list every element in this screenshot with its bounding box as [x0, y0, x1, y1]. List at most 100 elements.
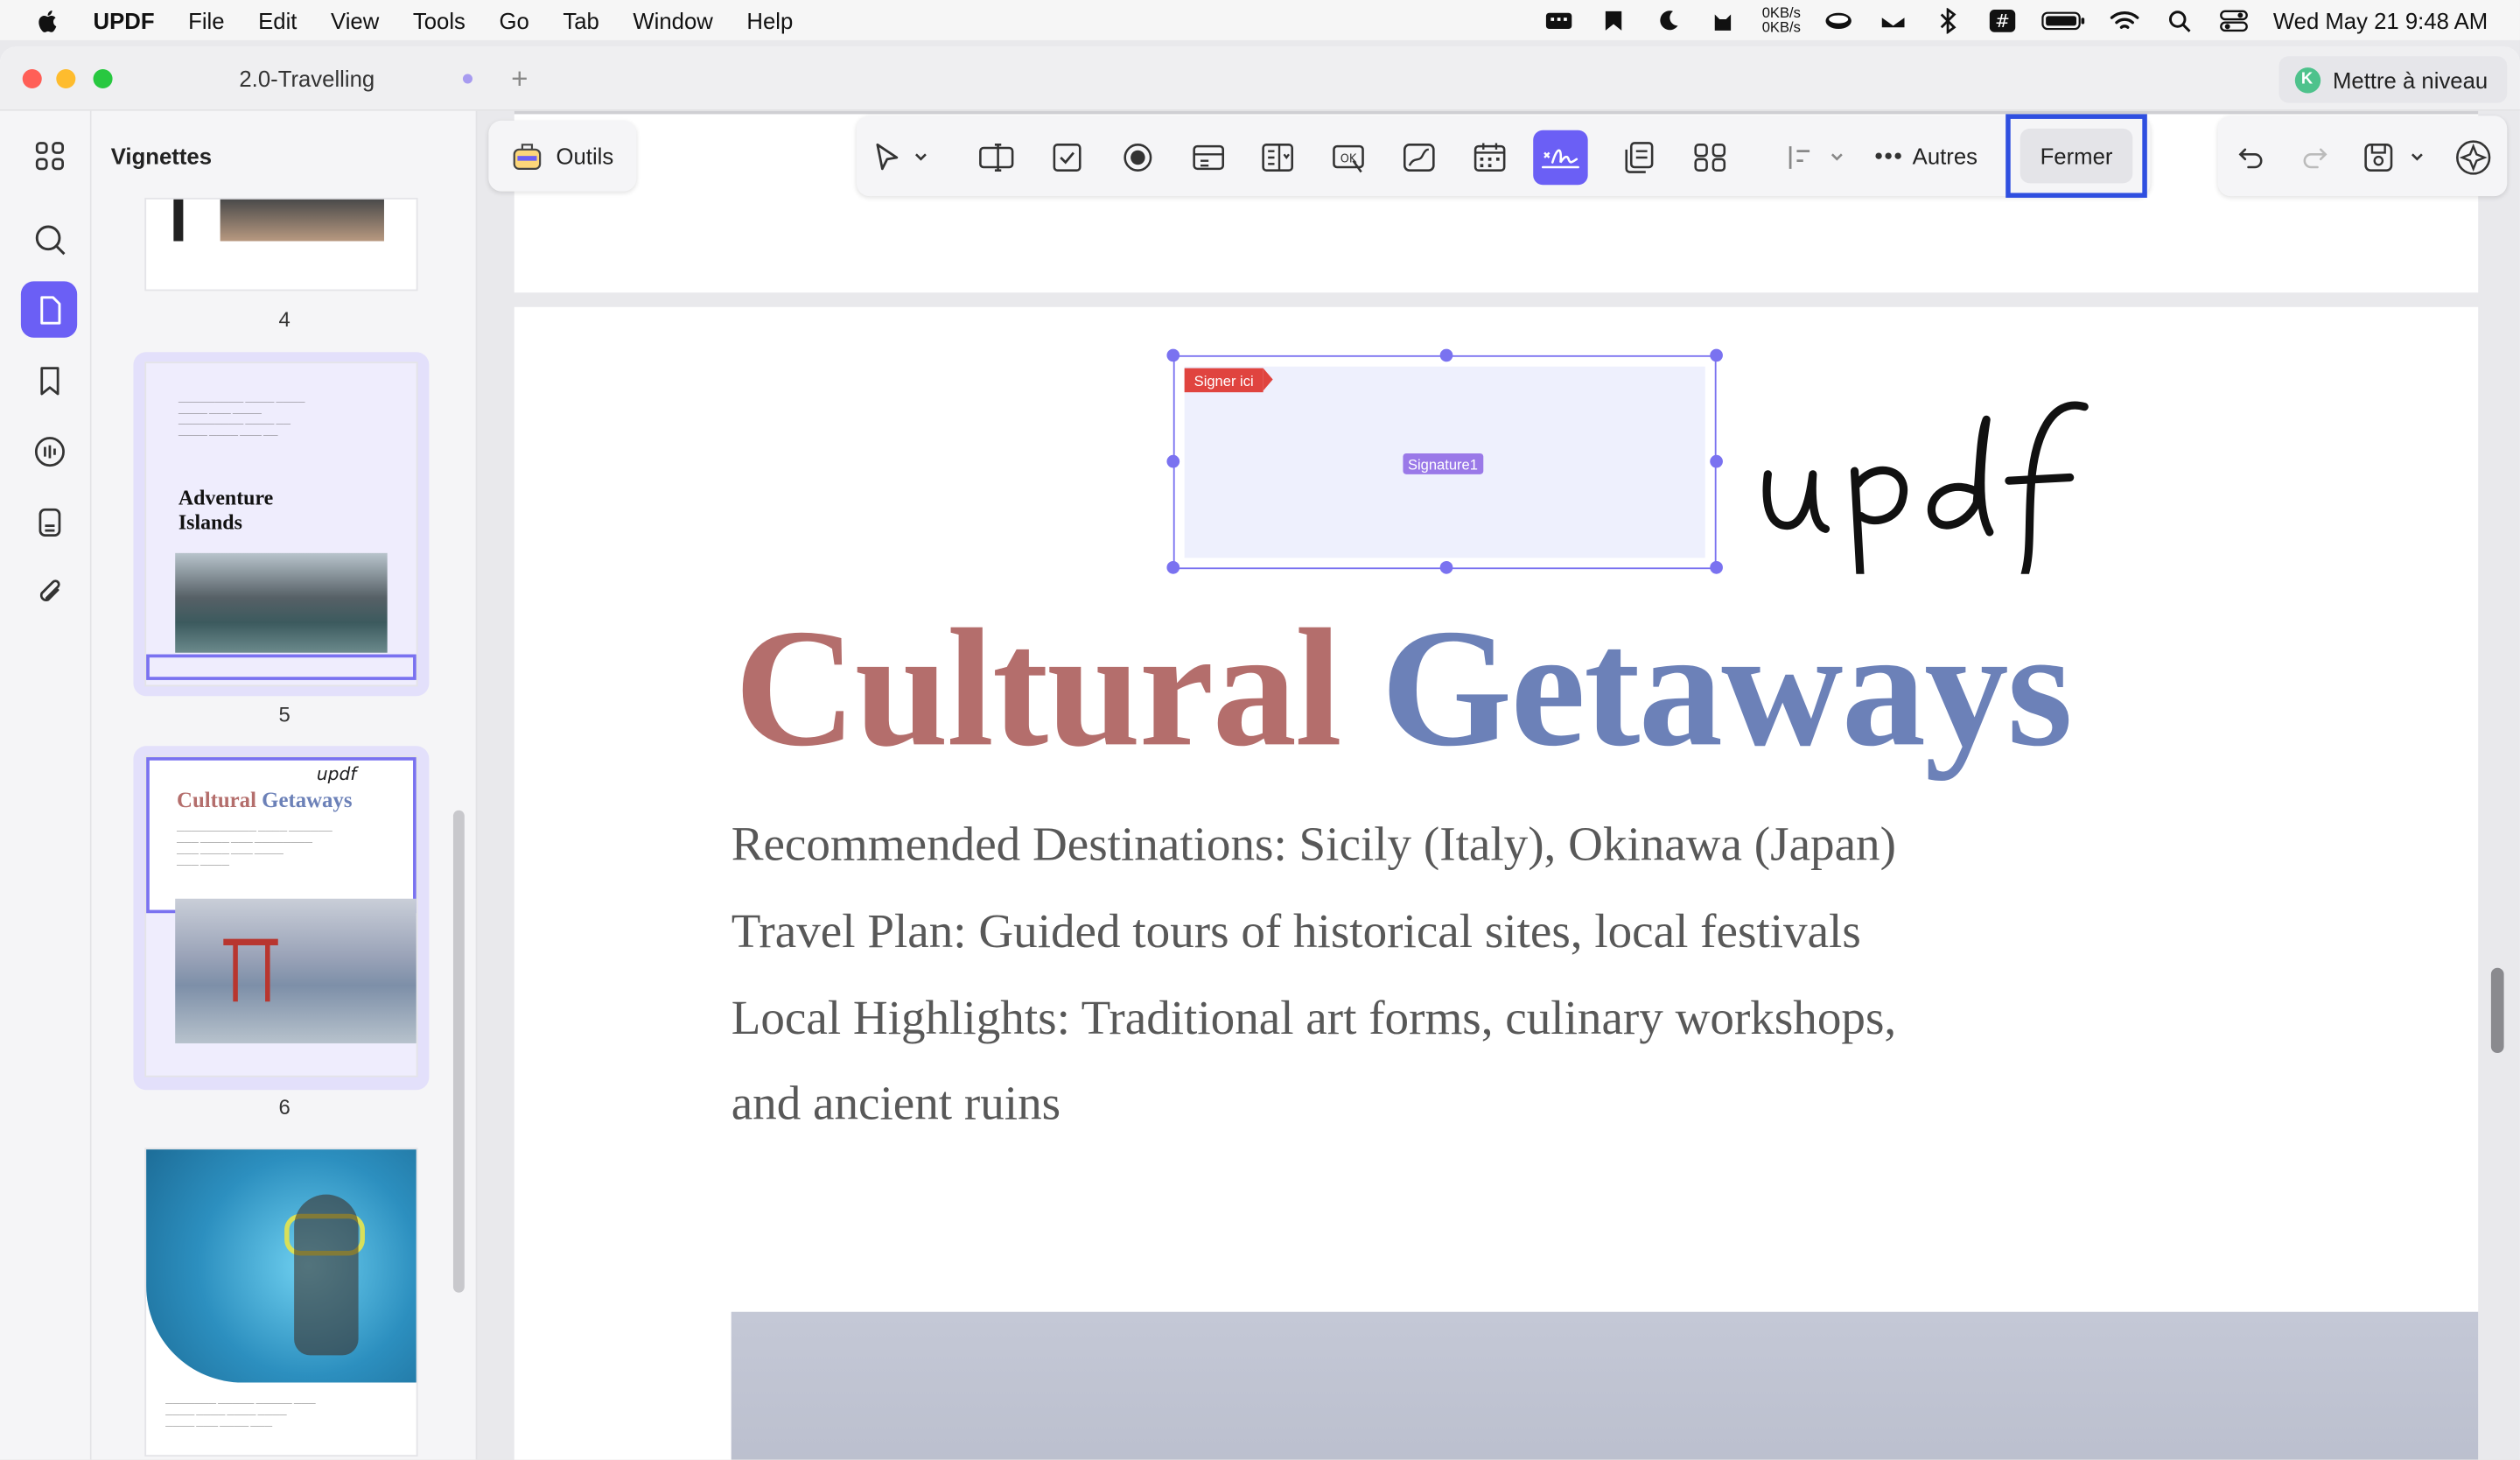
- document-viewport: Signer ici Signature1 Cultural Getaways …: [477, 110, 2520, 1460]
- upgrade-button[interactable]: K Mettre à niveau: [2278, 56, 2508, 103]
- cat-status-icon[interactable]: [1707, 7, 1740, 32]
- undo-icon[interactable]: [2224, 130, 2278, 185]
- thumbnail-body-text: ——————————— ———— —————— ——— ———— ——— ————…: [177, 826, 332, 868]
- signature-field-name: Signature1: [1403, 453, 1483, 474]
- stamp-icon[interactable]: [21, 494, 77, 550]
- menu-file[interactable]: File: [188, 7, 224, 32]
- more-button[interactable]: Autres: [1874, 116, 1978, 196]
- thumbnails-page-icon[interactable]: [20, 281, 78, 338]
- keyboard-status-icon[interactable]: [1544, 7, 1576, 32]
- document-tab[interactable]: 2.0-Travelling: [113, 46, 501, 110]
- align-dropdown-icon[interactable]: [1781, 130, 1852, 185]
- drive-status-icon[interactable]: [1824, 7, 1856, 32]
- resize-handle-right[interactable]: [1710, 454, 1723, 468]
- thumbnail-body-text: ——————— ————— ————— ——— ———— ———— ———— ——…: [165, 1398, 316, 1429]
- upgrade-label: Mettre à niveau: [2332, 67, 2488, 93]
- menubar-clock[interactable]: Wed May 21 9:48 AM: [2273, 7, 2488, 32]
- battery-icon[interactable]: [2041, 7, 2086, 32]
- ai-sparkle-icon[interactable]: [2446, 130, 2500, 185]
- history-toolbar: [2217, 116, 2508, 197]
- document-tab-label: 2.0-Travelling: [239, 66, 375, 92]
- left-tool-rail: [0, 110, 92, 1460]
- menu-help[interactable]: Help: [746, 7, 793, 32]
- text-field-icon[interactable]: [970, 130, 1024, 185]
- body-line-2: Travel Plan: Guided tours of historical …: [731, 905, 1861, 958]
- list-box-icon[interactable]: [1250, 130, 1305, 185]
- body-line-1: Recommended Destinations: Sicily (Italy)…: [731, 818, 1896, 872]
- moon-status-icon[interactable]: [1653, 7, 1685, 32]
- tab-unsaved-dot: [462, 74, 472, 84]
- page-thumbnail-5[interactable]: ————————— ———— ———— ———— ——— ———— ————————…: [146, 363, 416, 685]
- more-dots-icon: [1875, 152, 1901, 159]
- form-toolbar: OK Autres Fermer: [856, 114, 2151, 198]
- resize-handle-bottom[interactable]: [1439, 561, 1453, 574]
- close-window-button[interactable]: [22, 68, 42, 89]
- checkbox-icon[interactable]: [1040, 130, 1094, 185]
- duplicate-fields-icon[interactable]: [1612, 130, 1666, 185]
- document-scrollbar[interactable]: [2490, 967, 2504, 1054]
- close-label: Fermer: [2040, 143, 2113, 169]
- menu-edit[interactable]: Edit: [258, 7, 297, 32]
- shelf-status-icon[interactable]: [1878, 7, 1910, 32]
- svg-text:#: #: [1996, 10, 2011, 31]
- all-tools-grid-icon[interactable]: [21, 127, 77, 183]
- menu-tools[interactable]: Tools: [413, 7, 466, 32]
- resize-handle-top[interactable]: [1439, 348, 1453, 362]
- menu-window[interactable]: Window: [633, 7, 712, 32]
- close-highlight-frame: Fermer: [2006, 114, 2147, 198]
- page-number-5: 5: [278, 702, 290, 727]
- thumbnail-body-text: ————————— ———— ———— ———— ——— ———— ————————…: [178, 397, 305, 439]
- resize-handle-bottom-right[interactable]: [1710, 561, 1723, 574]
- minimize-window-button[interactable]: [56, 68, 76, 89]
- control-center-icon[interactable]: [2218, 7, 2250, 32]
- resize-handle-bottom-left[interactable]: [1166, 561, 1180, 574]
- attachment-paperclip-icon[interactable]: [21, 563, 77, 619]
- button-field-icon[interactable]: OK: [1321, 130, 1376, 185]
- radio-button-icon[interactable]: [1110, 130, 1165, 185]
- thumbnail-image: [220, 199, 384, 242]
- app-window: 2.0-Travelling + K Mettre à niveau Vigne…: [0, 46, 2520, 1460]
- new-tab-plus-icon[interactable]: +: [511, 63, 528, 97]
- spotlight-search-icon[interactable]: [2164, 7, 2196, 32]
- menu-view[interactable]: View: [331, 7, 379, 32]
- thumbnail-field-outline: [146, 654, 416, 680]
- page-thumbnail-6[interactable]: updf Cultural Getaways ——————————— ———— …: [146, 757, 416, 1076]
- bookmark-status-icon[interactable]: [1598, 7, 1630, 32]
- title-word-2: Getaways: [1381, 593, 2073, 782]
- resize-handle-top-left[interactable]: [1166, 348, 1180, 362]
- date-field-icon[interactable]: [1462, 130, 1516, 185]
- bluetooth-icon[interactable]: [1932, 7, 1964, 33]
- bookmark-icon[interactable]: [21, 352, 77, 408]
- thumbnails-scrollbar[interactable]: [452, 810, 465, 1293]
- menu-app-name[interactable]: UPDF: [94, 7, 155, 32]
- signature-field-icon[interactable]: [1533, 130, 1588, 186]
- account-avatar: K: [2293, 67, 2320, 93]
- menu-go[interactable]: Go: [499, 7, 528, 32]
- zoom-window-button[interactable]: [93, 68, 113, 89]
- redo-icon[interactable]: [2287, 130, 2342, 185]
- close-form-editing-button[interactable]: Fermer: [2020, 128, 2133, 184]
- resize-handle-top-right[interactable]: [1710, 348, 1723, 362]
- image-field-icon[interactable]: [1392, 130, 1446, 185]
- grid-arrange-icon[interactable]: [1683, 130, 1737, 185]
- combo-box-icon[interactable]: [1181, 130, 1236, 185]
- save-dropdown-icon[interactable]: [2357, 130, 2434, 185]
- apple-menu-icon[interactable]: [35, 7, 60, 32]
- toolbox-icon: [513, 144, 542, 170]
- body-line-3: Local Highlights: Traditional art forms,…: [731, 992, 1897, 1045]
- search-icon[interactable]: [21, 211, 77, 267]
- wifi-icon[interactable]: [2109, 7, 2141, 32]
- resize-handle-left[interactable]: [1166, 454, 1180, 468]
- menu-tab[interactable]: Tab: [563, 7, 598, 32]
- page-thumbnail-4[interactable]: [146, 199, 416, 290]
- body-line-4: and ancient ruins: [731, 1077, 1061, 1131]
- hashtag-status-icon[interactable]: #: [1987, 7, 2020, 32]
- signature-field[interactable]: Signer ici Signature1: [1166, 348, 1723, 574]
- tools-button[interactable]: Outils: [488, 120, 637, 192]
- handwritten-signature[interactable]: [1755, 397, 2109, 594]
- thumbnail-title: Cultural Getaways: [177, 787, 353, 812]
- signer-tag: Signer ici: [1184, 368, 1273, 393]
- page-thumbnail-7[interactable]: ——————— ————— ————— ——— ———— ———— ———— ——…: [146, 1149, 416, 1456]
- select-pointer-icon[interactable]: [861, 130, 938, 185]
- ai-assistant-icon[interactable]: [21, 423, 77, 479]
